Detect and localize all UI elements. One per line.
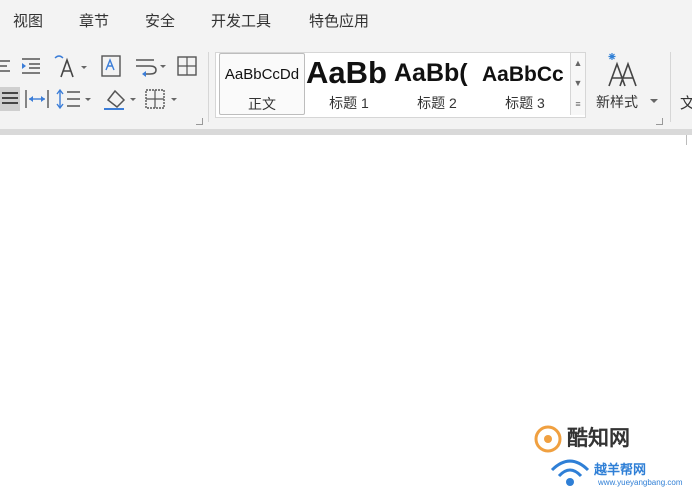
shading-fill-icon[interactable] (102, 86, 138, 112)
watermark-name: 酷知网 (567, 427, 630, 450)
style-label: 标题 1 (329, 95, 369, 111)
text-direction-icon[interactable] (100, 54, 124, 80)
watermark-wifi-icon (550, 459, 590, 486)
page-margin-marker (686, 135, 692, 145)
style-normal[interactable]: AaBbCcDd 正文 (219, 53, 305, 115)
group-divider (208, 52, 209, 122)
align-justify-icon (2, 92, 18, 104)
font-size-icon[interactable] (52, 54, 90, 80)
line-spacing-icon[interactable] (56, 87, 94, 111)
menu-view[interactable]: 视图 (13, 10, 43, 31)
style-sample-text: AaBbCcDd (224, 66, 300, 83)
paragraph-settings-launcher[interactable] (196, 118, 203, 125)
menu-bar: 视图 章节 安全 开发工具 特色应用 (0, 0, 692, 40)
align-left-icon[interactable] (0, 57, 12, 77)
menu-special-apps[interactable]: 特色应用 (309, 10, 369, 31)
chevron-down-icon: ▼ (573, 78, 583, 88)
next-group-label[interactable]: 文 (680, 92, 692, 113)
style-heading-3[interactable]: AaBbCc 标题 3 (482, 53, 568, 115)
watermark-site-name: 越羊帮网 (594, 462, 647, 477)
styles-settings-launcher[interactable] (656, 118, 663, 125)
group-divider (670, 52, 671, 122)
style-label: 标题 2 (417, 95, 457, 111)
gallery-expand-button[interactable]: ≡ (570, 93, 585, 115)
gallery-scroll-up-button[interactable]: ▲ (570, 53, 585, 73)
gallery-scroll-down-button[interactable]: ▼ (570, 73, 585, 93)
menu-developer-tools[interactable]: 开发工具 (211, 10, 271, 31)
new-style-icon (608, 53, 637, 87)
style-label: 标题 3 (505, 95, 545, 111)
line-wrap-icon[interactable] (134, 55, 168, 79)
style-sample-text: AaBb (306, 55, 387, 90)
watermark-url: www.yueyangbang.com (598, 478, 683, 487)
styles-gallery: AaBbCcDd 正文 AaBb 标题 1 AaBb( 标题 2 AaBbCc … (215, 52, 586, 118)
style-label: 正文 (248, 96, 276, 112)
menu-security[interactable]: 安全 (145, 10, 175, 31)
new-style-button[interactable]: 新样式 (592, 52, 662, 118)
style-sample-text: AaBbCc (482, 63, 564, 86)
align-justify-button[interactable] (0, 87, 20, 111)
border-icon[interactable] (144, 87, 182, 111)
new-style-label: 新样式 (596, 94, 638, 110)
style-sample-text: AaBb( (394, 59, 468, 87)
indent-icon[interactable] (20, 55, 42, 77)
style-heading-1[interactable]: AaBb 标题 1 (306, 53, 392, 115)
insert-table-icon[interactable] (176, 54, 200, 80)
watermark-logo-icon (534, 425, 562, 453)
chevron-down-icon (650, 99, 658, 103)
distribute-align-icon[interactable] (24, 87, 50, 111)
menu-chapter[interactable]: 章节 (79, 10, 109, 31)
chevron-up-icon: ▲ (573, 58, 583, 68)
style-heading-2[interactable]: AaBb( 标题 2 (394, 53, 480, 115)
expand-icon: ≡ (575, 99, 581, 109)
